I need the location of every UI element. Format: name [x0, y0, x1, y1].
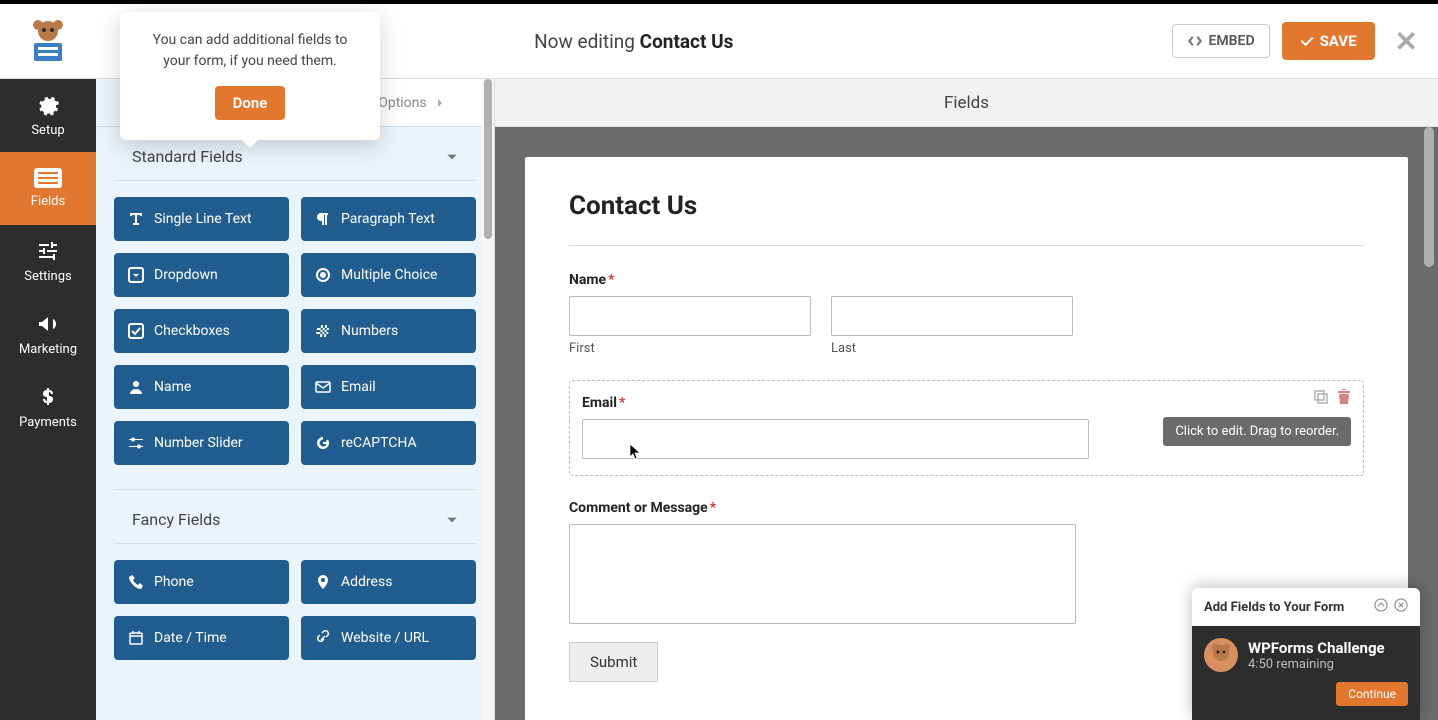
nav-setup[interactable]: Setup	[0, 79, 96, 152]
caret-square-icon	[128, 267, 144, 283]
challenge-head-title: Add Fields to Your Form	[1204, 600, 1344, 615]
field-address[interactable]: Address	[301, 560, 476, 604]
chevron-down-icon	[446, 151, 458, 163]
list-icon	[34, 168, 62, 188]
close-button[interactable]: ✕	[1395, 25, 1418, 58]
field-name[interactable]: Name	[114, 365, 289, 409]
duplicate-icon[interactable]	[1313, 389, 1329, 409]
challenge-continue-button[interactable]: Continue	[1336, 682, 1408, 706]
last-name-input[interactable]	[831, 296, 1073, 336]
field-block-email[interactable]: Email* Click to edit. Drag to reorder.	[569, 380, 1364, 476]
sliders-h-icon	[128, 435, 144, 451]
dot-circle-icon	[315, 267, 331, 283]
field-date-time[interactable]: Date / Time	[114, 616, 289, 660]
embed-button[interactable]: EMBED	[1172, 24, 1270, 58]
onboarding-popover: You can add additional fields to your fo…	[120, 12, 380, 140]
paragraph-icon	[315, 211, 331, 227]
first-name-input[interactable]	[569, 296, 811, 336]
chevron-down-icon	[446, 514, 458, 526]
field-number-slider[interactable]: Number Slider	[114, 421, 289, 465]
form-title[interactable]: Contact Us	[569, 191, 1364, 246]
collapse-icon[interactable]	[1374, 598, 1388, 616]
bullhorn-icon	[36, 312, 60, 336]
field-dropdown[interactable]: Dropdown	[114, 253, 289, 297]
gear-icon	[36, 93, 60, 117]
avatar	[1204, 638, 1238, 672]
field-recaptcha[interactable]: reCAPTCHA	[301, 421, 476, 465]
field-multiple-choice[interactable]: Multiple Choice	[301, 253, 476, 297]
save-button[interactable]: SAVE	[1282, 22, 1375, 60]
panel-scrollbar[interactable]	[482, 79, 494, 720]
nav-marketing[interactable]: Marketing	[0, 298, 96, 371]
comment-textarea[interactable]	[569, 524, 1076, 624]
field-website-url[interactable]: Website / URL	[301, 616, 476, 660]
canvas-scrollbar[interactable]	[1422, 127, 1436, 720]
fields-panel: Add Fields Field Options Standard Fields…	[96, 79, 495, 720]
challenge-widget: Add Fields to Your Form WPForms Challeng…	[1192, 588, 1420, 720]
drag-hint-tooltip: Click to edit. Drag to reorder.	[1163, 417, 1351, 446]
field-paragraph-text[interactable]: Paragraph Text	[301, 197, 476, 241]
onboarding-done-button[interactable]: Done	[215, 86, 286, 120]
last-sublabel: Last	[831, 341, 1073, 356]
text-icon	[128, 211, 144, 227]
submit-button[interactable]: Submit	[569, 642, 658, 682]
field-phone[interactable]: Phone	[114, 560, 289, 604]
link-icon	[315, 630, 331, 646]
field-single-line-text[interactable]: Single Line Text	[114, 197, 289, 241]
field-email[interactable]: Email	[301, 365, 476, 409]
user-icon	[128, 379, 144, 395]
section-fancy-fields[interactable]: Fancy Fields	[114, 490, 476, 544]
map-pin-icon	[315, 574, 331, 590]
delete-icon[interactable]	[1337, 389, 1351, 409]
code-icon	[1187, 34, 1203, 48]
nav-payments[interactable]: Payments	[0, 371, 96, 444]
check-square-icon	[128, 323, 144, 339]
field-checkboxes[interactable]: Checkboxes	[114, 309, 289, 353]
challenge-remaining: 4:50 remaining	[1248, 657, 1385, 672]
logo	[0, 4, 96, 79]
nav-fields[interactable]: Fields	[0, 152, 96, 225]
phone-icon	[128, 574, 144, 590]
google-icon	[315, 435, 331, 451]
challenge-title: WPForms Challenge	[1248, 639, 1385, 657]
field-block-name[interactable]: Name* First Last	[569, 272, 1364, 356]
check-icon	[1300, 34, 1314, 48]
field-numbers[interactable]: Numbers	[301, 309, 476, 353]
envelope-icon	[315, 379, 331, 395]
dollar-icon	[36, 385, 60, 409]
email-input[interactable]	[582, 419, 1089, 459]
main-sidebar: Setup Fields Settings Marketing Payments	[0, 79, 96, 720]
nav-settings[interactable]: Settings	[0, 225, 96, 298]
close-icon[interactable]	[1394, 598, 1408, 616]
first-sublabel: First	[569, 341, 811, 356]
canvas-header: Fields	[495, 79, 1438, 127]
hash-icon	[315, 323, 331, 339]
sliders-icon	[36, 239, 60, 263]
calendar-icon	[128, 630, 144, 646]
chevron-right-icon	[435, 98, 445, 108]
